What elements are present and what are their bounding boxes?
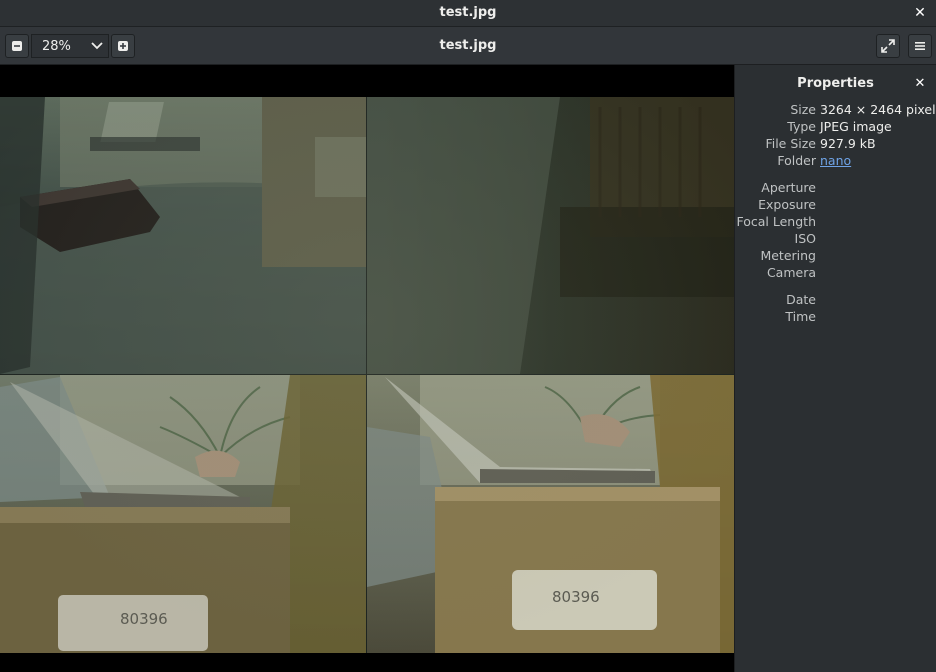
property-row-exposure: Exposure: [735, 197, 936, 214]
fullscreen-icon: [881, 39, 895, 53]
property-label: Type: [787, 119, 816, 134]
property-row-type: Type JPEG image: [735, 119, 936, 136]
image-viewer[interactable]: 80396 80396: [0, 65, 734, 672]
property-label: Camera: [766, 265, 816, 280]
property-label: Date: [786, 292, 816, 307]
properties-close-button[interactable]: ✕: [912, 75, 928, 91]
property-row-camera: Camera: [735, 265, 936, 282]
property-label: Aperture: [761, 180, 816, 195]
properties-panel: Properties ✕ Size 3264 × 2464 pixels Typ…: [734, 65, 936, 672]
header-title: test.jpg: [439, 38, 497, 53]
window-titlebar: test.jpg ✕: [0, 0, 936, 27]
property-label: Time: [785, 309, 816, 324]
property-row-folder: Folder nano: [735, 153, 936, 170]
photo-image: 80396 80396: [0, 97, 734, 653]
property-value: JPEG image: [820, 119, 892, 134]
property-label: Size: [790, 102, 816, 117]
chevron-down-icon[interactable]: [86, 42, 108, 50]
property-value: 927.9 kB: [820, 136, 876, 151]
menu-button[interactable]: [908, 34, 932, 58]
zoom-level-dropdown[interactable]: 28%: [31, 34, 109, 58]
window-title: test.jpg: [439, 5, 497, 20]
property-label: Exposure: [758, 197, 816, 212]
fullscreen-button[interactable]: [876, 34, 900, 58]
property-label: Folder: [777, 153, 816, 168]
zoom-in-button[interactable]: [111, 34, 135, 58]
property-label: Metering: [760, 248, 816, 263]
property-row-metering: Metering: [735, 248, 936, 265]
zoom-level-value: 28%: [42, 38, 71, 54]
property-value: 3264 × 2464 pixels: [820, 102, 936, 117]
properties-title: Properties: [797, 76, 874, 91]
property-row-date: Date: [735, 292, 936, 309]
property-row-aperture: Aperture: [735, 180, 936, 197]
close-icon: ✕: [914, 5, 926, 21]
header-bar: 28% test.jpg: [0, 27, 936, 65]
property-label: ISO: [794, 231, 816, 246]
property-row-focal-length: Focal Length: [735, 214, 936, 231]
property-row-file-size: File Size 927.9 kB: [735, 136, 936, 153]
window-close-button[interactable]: ✕: [910, 3, 930, 23]
property-row-time: Time: [735, 309, 936, 326]
plus-icon: [118, 41, 128, 51]
zoom-out-button[interactable]: [5, 34, 29, 58]
close-icon: ✕: [914, 75, 926, 91]
minus-icon: [12, 41, 22, 51]
property-label: File Size: [765, 136, 816, 151]
property-row-iso: ISO: [735, 231, 936, 248]
property-row-size: Size 3264 × 2464 pixels: [735, 102, 936, 119]
property-label: Focal Length: [736, 214, 817, 229]
folder-link[interactable]: nano: [820, 153, 851, 168]
hamburger-menu-icon: [915, 42, 925, 50]
